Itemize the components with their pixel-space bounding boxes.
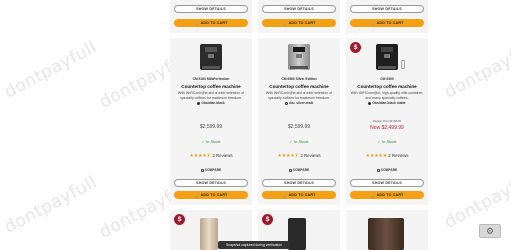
product-card-partial: SHOW DETAILS 🛒 ADD TO CART [346,0,428,33]
rating[interactable]: ★★★★⯪ 2 Reviews [170,153,252,161]
checkbox-icon[interactable] [288,168,292,172]
regular-price: Regular Price $2,999.99 [373,120,401,123]
product-card[interactable]: CM 6560 Silver Edition Countertop coffee… [258,38,340,205]
sale-badge-icon: $ [350,42,361,53]
watermark-text: dontpayfull [1,37,101,103]
product-grid: SHOW DETAILS 🛒 ADD TO CART SHOW DETAILS 🛒… [170,0,428,250]
product-card-partial: SHOW DETAILS 🛒 ADD TO CART [258,0,340,33]
sale-price: Now $2,499.99 [370,125,404,131]
compare-label: COMPARE [380,168,398,172]
stock-label: In Stock [294,139,309,144]
sale-badge-icon: $ [174,214,185,225]
watermark-text: dontpayfull [441,37,511,103]
product-description: With WiFiConn@ct and a wide selection of… [265,91,333,100]
product-card-partial: SHOW DETAILS 🛒 ADD TO CART [170,0,252,33]
review-count[interactable]: 2 Reviews [300,153,320,158]
show-details-button[interactable]: SHOW DETAILS [350,179,424,187]
color-name: Obsidian black matte [372,101,406,105]
product-card[interactable]: CM 6160 MilkPerfection Countertop coffee… [170,38,252,205]
cookie-settings-icon[interactable]: ⚙ [479,224,501,238]
color-swatch-icon [368,101,372,105]
star-rating-icon: ★★★★⯪ [277,153,300,159]
add-to-cart-button[interactable]: 🛒 ADD TO CART [174,191,248,199]
watermark-text: dontpayfull [1,172,101,238]
add-to-cart-label: ADD TO CART [200,193,228,197]
product-title[interactable]: Countertop coffee machine [170,84,252,89]
cart-icon: 🛒 [282,192,288,198]
show-details-button[interactable]: SHOW DETAILS [174,5,248,13]
compare-label: COMPARE [204,168,222,172]
add-to-cart-label: ADD TO CART [288,193,316,197]
review-count[interactable]: 2 Reviews [388,153,408,158]
product-description: With WiFiConn@ct and a wide selection of… [177,91,245,100]
add-to-cart-label: ADD TO CART [376,21,404,25]
rating[interactable]: ★★★★★ 2 Reviews [346,153,428,159]
show-details-button[interactable]: SHOW DETAILS [350,5,424,13]
compare-toggle[interactable]: COMPARE [170,168,252,172]
add-to-cart-button[interactable]: 🛒 ADD TO CART [350,19,424,27]
sale-badge-icon: $ [262,214,273,225]
checkbox-icon[interactable] [376,168,380,172]
product-color: Alu. silver-matt [258,101,340,105]
product-price: $2,599.99 [287,124,311,130]
product-color: Obsidian black matte [346,101,428,105]
rating[interactable]: ★★★★⯪ 2 Reviews [258,153,340,161]
product-color: Obsidian black [170,101,252,105]
cart-icon: 🛒 [370,192,376,198]
compare-toggle[interactable]: COMPARE [258,168,340,172]
stock-status: ✓ In Stock [170,139,252,144]
add-to-cart-button[interactable]: 🛒 ADD TO CART [350,191,424,199]
star-rating-icon: ★★★★★ [365,153,388,159]
add-to-cart-button[interactable]: 🛒 ADD TO CART [262,191,336,199]
review-count[interactable]: 2 Reviews [212,153,232,158]
stock-status: ✓ In Stock [258,139,340,144]
product-card-partial[interactable] [346,210,428,250]
add-to-cart-label: ADD TO CART [288,21,316,25]
product-model: CM 6560 Silver Edition [281,77,317,81]
product-model: CM 6360 [380,77,394,81]
color-name: Obsidian black [201,101,225,105]
color-swatch-icon [197,101,201,105]
product-card[interactable]: $ CM 6360 Countertop coffee machine With… [346,38,428,205]
checkbox-icon[interactable] [200,168,204,172]
add-to-cart-button[interactable]: 🛒 ADD TO CART [262,19,336,27]
stock-label: In Stock [206,139,221,144]
color-swatch-icon [285,101,289,105]
stock-label: In Stock [382,139,397,144]
snapshot-toast: Snapshot captured during verification [218,241,290,249]
watermark-text: dontpayfull [441,167,511,233]
show-details-button[interactable]: SHOW DETAILS [262,5,336,13]
product-image[interactable] [288,44,310,70]
milk-container-image [401,60,405,69]
cart-icon: 🛒 [194,20,200,26]
show-details-button[interactable]: SHOW DETAILS [262,179,336,187]
add-to-cart-label: ADD TO CART [376,193,404,197]
product-image[interactable] [368,218,404,250]
product-title[interactable]: Countertop coffee machine [258,84,340,89]
star-rating-icon: ★★★★⯪ [189,153,212,159]
show-details-button[interactable]: SHOW DETAILS [174,179,248,187]
add-to-cart-label: ADD TO CART [200,21,228,25]
product-description: With WiFiConn@ct, high-quality milk cont… [350,91,424,100]
color-name: Alu. silver-matt [289,101,313,105]
product-title[interactable]: Countertop coffee machine [346,84,428,89]
product-model: CM 6160 MilkPerfection [192,77,230,81]
stock-status: ✓ In Stock [346,139,428,144]
product-image[interactable] [200,44,222,70]
product-image[interactable] [288,218,306,250]
cart-icon: 🛒 [194,192,200,198]
product-price: $2,599.99 [199,124,223,130]
product-image[interactable] [200,218,218,250]
cart-icon: 🛒 [282,20,288,26]
compare-toggle[interactable]: COMPARE [346,168,428,172]
product-image[interactable] [376,44,398,70]
add-to-cart-button[interactable]: 🛒 ADD TO CART [174,19,248,27]
cart-icon: 🛒 [370,20,376,26]
compare-label: COMPARE [292,168,310,172]
